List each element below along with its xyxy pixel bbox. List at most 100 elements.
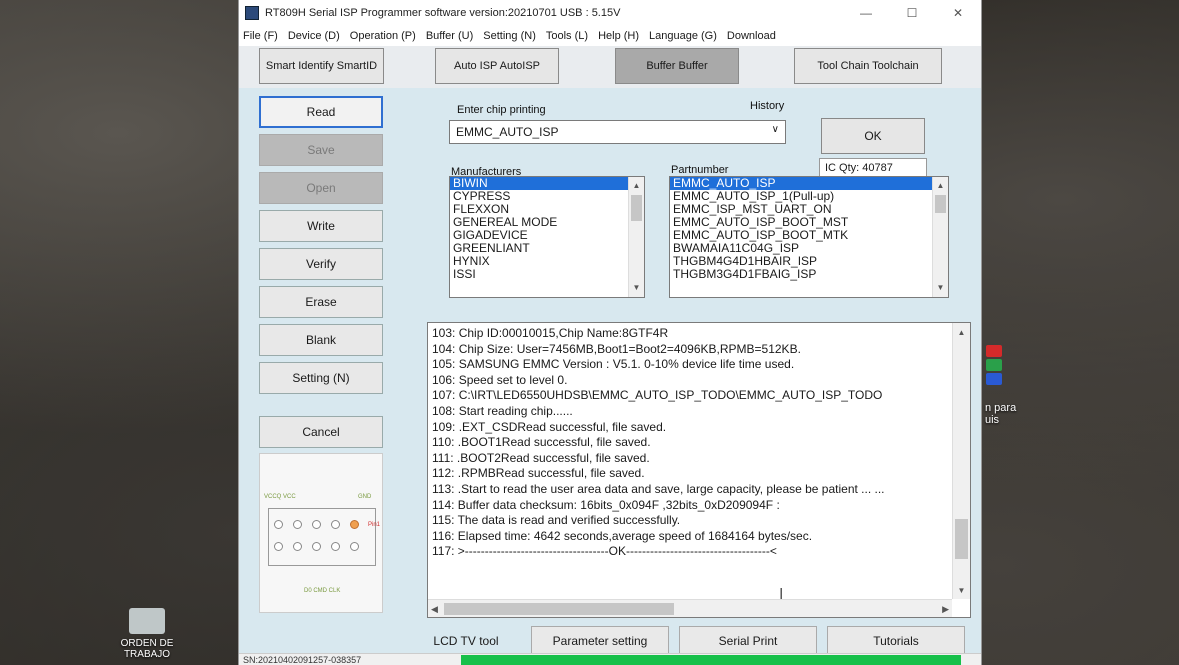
scroll-thumb[interactable]	[955, 519, 968, 559]
list-item[interactable]: ISSI	[450, 268, 644, 281]
chip-printing-combobox[interactable]: EMMC_AUTO_ISP ∨	[449, 120, 786, 144]
desktop-icon-label[interactable]: n para uis	[985, 402, 1016, 426]
log-line: 116: Elapsed time: 4642 seconds,average …	[432, 528, 813, 543]
menu-help[interactable]: Help (H)	[598, 30, 639, 42]
log-line: 117: >----------------------------------…	[432, 544, 777, 559]
menu-file[interactable]: File (F)	[243, 30, 278, 42]
pin-label-gnd: GND	[358, 494, 372, 500]
menu-setting[interactable]: Setting (N)	[483, 30, 536, 42]
log-horizontal-scrollbar[interactable]: ◀ ▶	[428, 599, 952, 617]
list-item[interactable]: THGBM3G4D1FBAIG_ISP	[670, 268, 948, 281]
main-panel: Read Save Open Write Verify Erase Blank …	[239, 88, 981, 665]
log-lines: 103: Chip ID:00010015,Chip Name:8GTF4R 1…	[428, 323, 970, 563]
scroll-down-icon[interactable]: ▼	[629, 281, 644, 295]
operation-sidebar: Read Save Open Write Verify Erase Blank …	[259, 96, 383, 454]
manufacturers-scrollbar[interactable]: ▲ ▼	[628, 177, 644, 297]
pin	[312, 520, 321, 529]
log-line: 113: .Start to read the user area data a…	[432, 481, 885, 496]
pin-row-bottom	[274, 542, 359, 551]
buffer-button[interactable]: Buffer Buffer	[615, 48, 739, 84]
menu-operation[interactable]: Operation (P)	[350, 30, 416, 42]
log-line: 112: .RPMBRead successful, file saved.	[432, 466, 645, 481]
write-button[interactable]: Write	[259, 210, 383, 242]
pin	[350, 542, 359, 551]
menu-tools[interactable]: Tools (L)	[546, 30, 588, 42]
scroll-left-icon[interactable]: ◀	[431, 602, 438, 617]
pin	[274, 520, 283, 529]
menu-buffer[interactable]: Buffer (U)	[426, 30, 473, 42]
pin-label-pin1: Pin1	[368, 522, 381, 528]
log-line: 105: SAMSUNG EMMC Version : V5.1. 0-10% …	[432, 357, 795, 372]
desktop-app-icon[interactable]	[986, 345, 1002, 389]
log-line: 114: Buffer data checksum: 16bits_0x094F…	[432, 497, 780, 512]
scroll-up-icon[interactable]: ▲	[953, 325, 970, 339]
history-label: History	[750, 100, 785, 112]
list-item[interactable]: HYNIX	[450, 255, 644, 268]
tab-parameter-setting[interactable]: Parameter setting	[531, 626, 669, 656]
toolchain-button[interactable]: Tool Chain Toolchain	[794, 48, 942, 84]
desktop-folder-icon[interactable]: ORDEN DE TRABAJO	[112, 608, 182, 660]
pin-row-top	[274, 520, 359, 529]
toolbar: Smart Identify SmartID Auto ISP AutoISP …	[239, 46, 981, 88]
pin	[331, 542, 340, 551]
scroll-down-icon[interactable]: ▼	[933, 281, 948, 295]
ok-button[interactable]: OK	[821, 118, 925, 154]
partnumber-list[interactable]: EMMC_AUTO_ISP EMMC_AUTO_ISP_1(Pull-up) E…	[669, 176, 949, 298]
folder-icon	[129, 608, 165, 634]
scroll-right-icon[interactable]: ▶	[942, 602, 949, 617]
progress-fill	[461, 655, 961, 665]
minimize-button[interactable]: —	[843, 6, 889, 20]
chevron-down-icon[interactable]: ∨	[772, 124, 779, 135]
scroll-thumb[interactable]	[631, 195, 642, 221]
menu-bar: File (F) Device (D) Operation (P) Buffer…	[239, 26, 981, 46]
menu-device[interactable]: Device (D)	[288, 30, 340, 42]
app-icon	[245, 6, 259, 20]
log-output[interactable]: 103: Chip ID:00010015,Chip Name:8GTF4R 1…	[427, 322, 971, 618]
log-vertical-scrollbar[interactable]: ▲ ▼	[952, 323, 970, 599]
tab-serial-print[interactable]: Serial Print	[679, 626, 817, 656]
blank-button[interactable]: Blank	[259, 324, 383, 356]
pin-label-vccq-vcc: VCCQ VCC	[264, 494, 296, 500]
log-line: 108: Start reading chip......	[432, 403, 573, 418]
serial-number: SN:20210402091257-038357	[243, 655, 362, 665]
cancel-button[interactable]: Cancel	[259, 416, 383, 448]
pin	[293, 542, 302, 551]
log-line: 110: .BOOT1Read successful, file saved.	[432, 435, 651, 450]
partnumber-scrollbar[interactable]: ▲ ▼	[932, 177, 948, 297]
menu-download[interactable]: Download	[727, 30, 776, 42]
log-line: 103: Chip ID:00010015,Chip Name:8GTF4R	[432, 326, 669, 340]
auto-isp-button[interactable]: Auto ISP AutoISP	[435, 48, 559, 84]
log-line: 107: C:\IRT\LED6550UHDSB\EMMC_AUTO_ISP_T…	[432, 388, 883, 403]
tab-lcd-tv-tool[interactable]: LCD TV tool	[411, 626, 521, 656]
scroll-up-icon[interactable]: ▲	[933, 179, 948, 193]
verify-button[interactable]: Verify	[259, 248, 383, 280]
open-button[interactable]: Open	[259, 172, 383, 204]
log-line: 109: .EXT_CSDRead successful, file saved…	[432, 419, 667, 434]
read-button[interactable]: Read	[259, 96, 383, 128]
connector-outline	[268, 508, 376, 566]
pinout-diagram: VCCQ VCC GND Pin1 D0 CMD CLK	[259, 453, 383, 613]
close-button[interactable]: ✕	[935, 6, 981, 20]
log-line: 111: .BOOT2Read successful, file saved.	[432, 450, 650, 465]
enter-chip-label: Enter chip printing	[457, 104, 546, 116]
smart-identify-button[interactable]: Smart Identify SmartID	[259, 48, 384, 84]
scroll-thumb[interactable]	[444, 603, 674, 615]
maximize-button[interactable]: ☐	[889, 6, 935, 20]
log-line: 106: Speed set to level 0.	[432, 372, 568, 387]
scroll-thumb[interactable]	[935, 195, 946, 213]
manufacturers-list[interactable]: BIWIN CYPRESS FLEXXON GENEREAL MODE GIGA…	[449, 176, 645, 298]
pin-1-marker	[350, 520, 359, 529]
menu-language[interactable]: Language (G)	[649, 30, 717, 42]
app-window: RT809H Serial ISP Programmer software ve…	[238, 0, 982, 665]
pin	[293, 520, 302, 529]
log-line: 104: Chip Size: User=7456MB,Boot1=Boot2=…	[432, 341, 801, 356]
pin	[312, 542, 321, 551]
scroll-down-icon[interactable]: ▼	[953, 583, 970, 597]
erase-button[interactable]: Erase	[259, 286, 383, 318]
tab-tutorials[interactable]: Tutorials	[827, 626, 965, 656]
setting-button[interactable]: Setting (N)	[259, 362, 383, 394]
save-button[interactable]: Save	[259, 134, 383, 166]
chip-printing-value: EMMC_AUTO_ISP	[456, 125, 559, 139]
scroll-up-icon[interactable]: ▲	[629, 179, 644, 193]
window-title: RT809H Serial ISP Programmer software ve…	[265, 7, 621, 19]
